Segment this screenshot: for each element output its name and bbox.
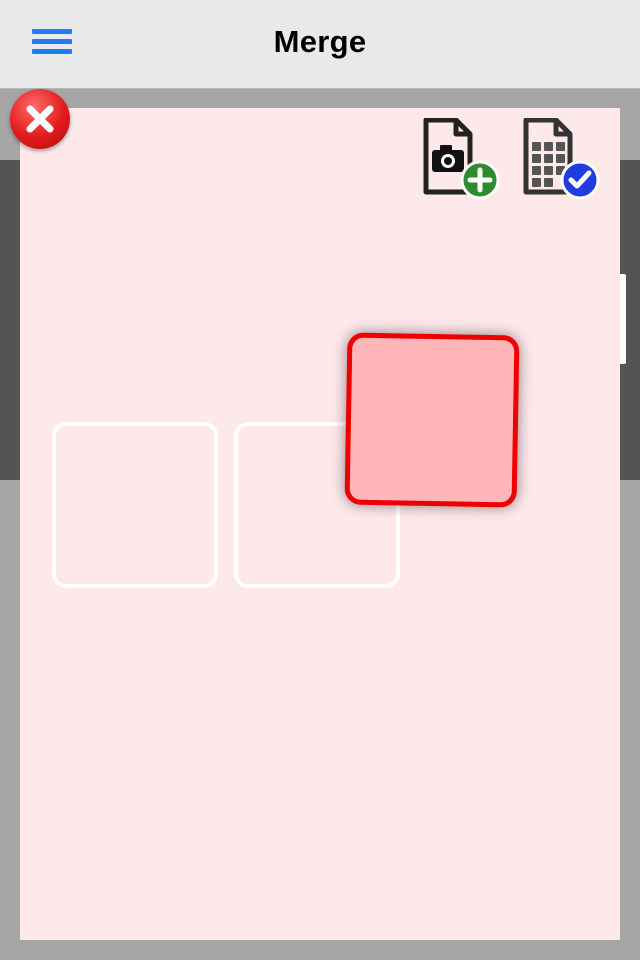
page-title: Merge bbox=[273, 24, 367, 59]
dragged-page-tile[interactable] bbox=[344, 332, 520, 508]
merge-panel bbox=[20, 108, 620, 940]
merge-grid-document-icon bbox=[523, 117, 600, 200]
navigation-bar: Merge bbox=[0, 0, 640, 89]
close-x-icon bbox=[26, 105, 54, 133]
merge-confirm-button[interactable] bbox=[518, 117, 602, 200]
add-photo-document-icon bbox=[423, 117, 500, 200]
close-button[interactable] bbox=[10, 89, 70, 149]
add-photo-button[interactable] bbox=[418, 117, 502, 200]
page-slot-1[interactable] bbox=[52, 422, 218, 588]
